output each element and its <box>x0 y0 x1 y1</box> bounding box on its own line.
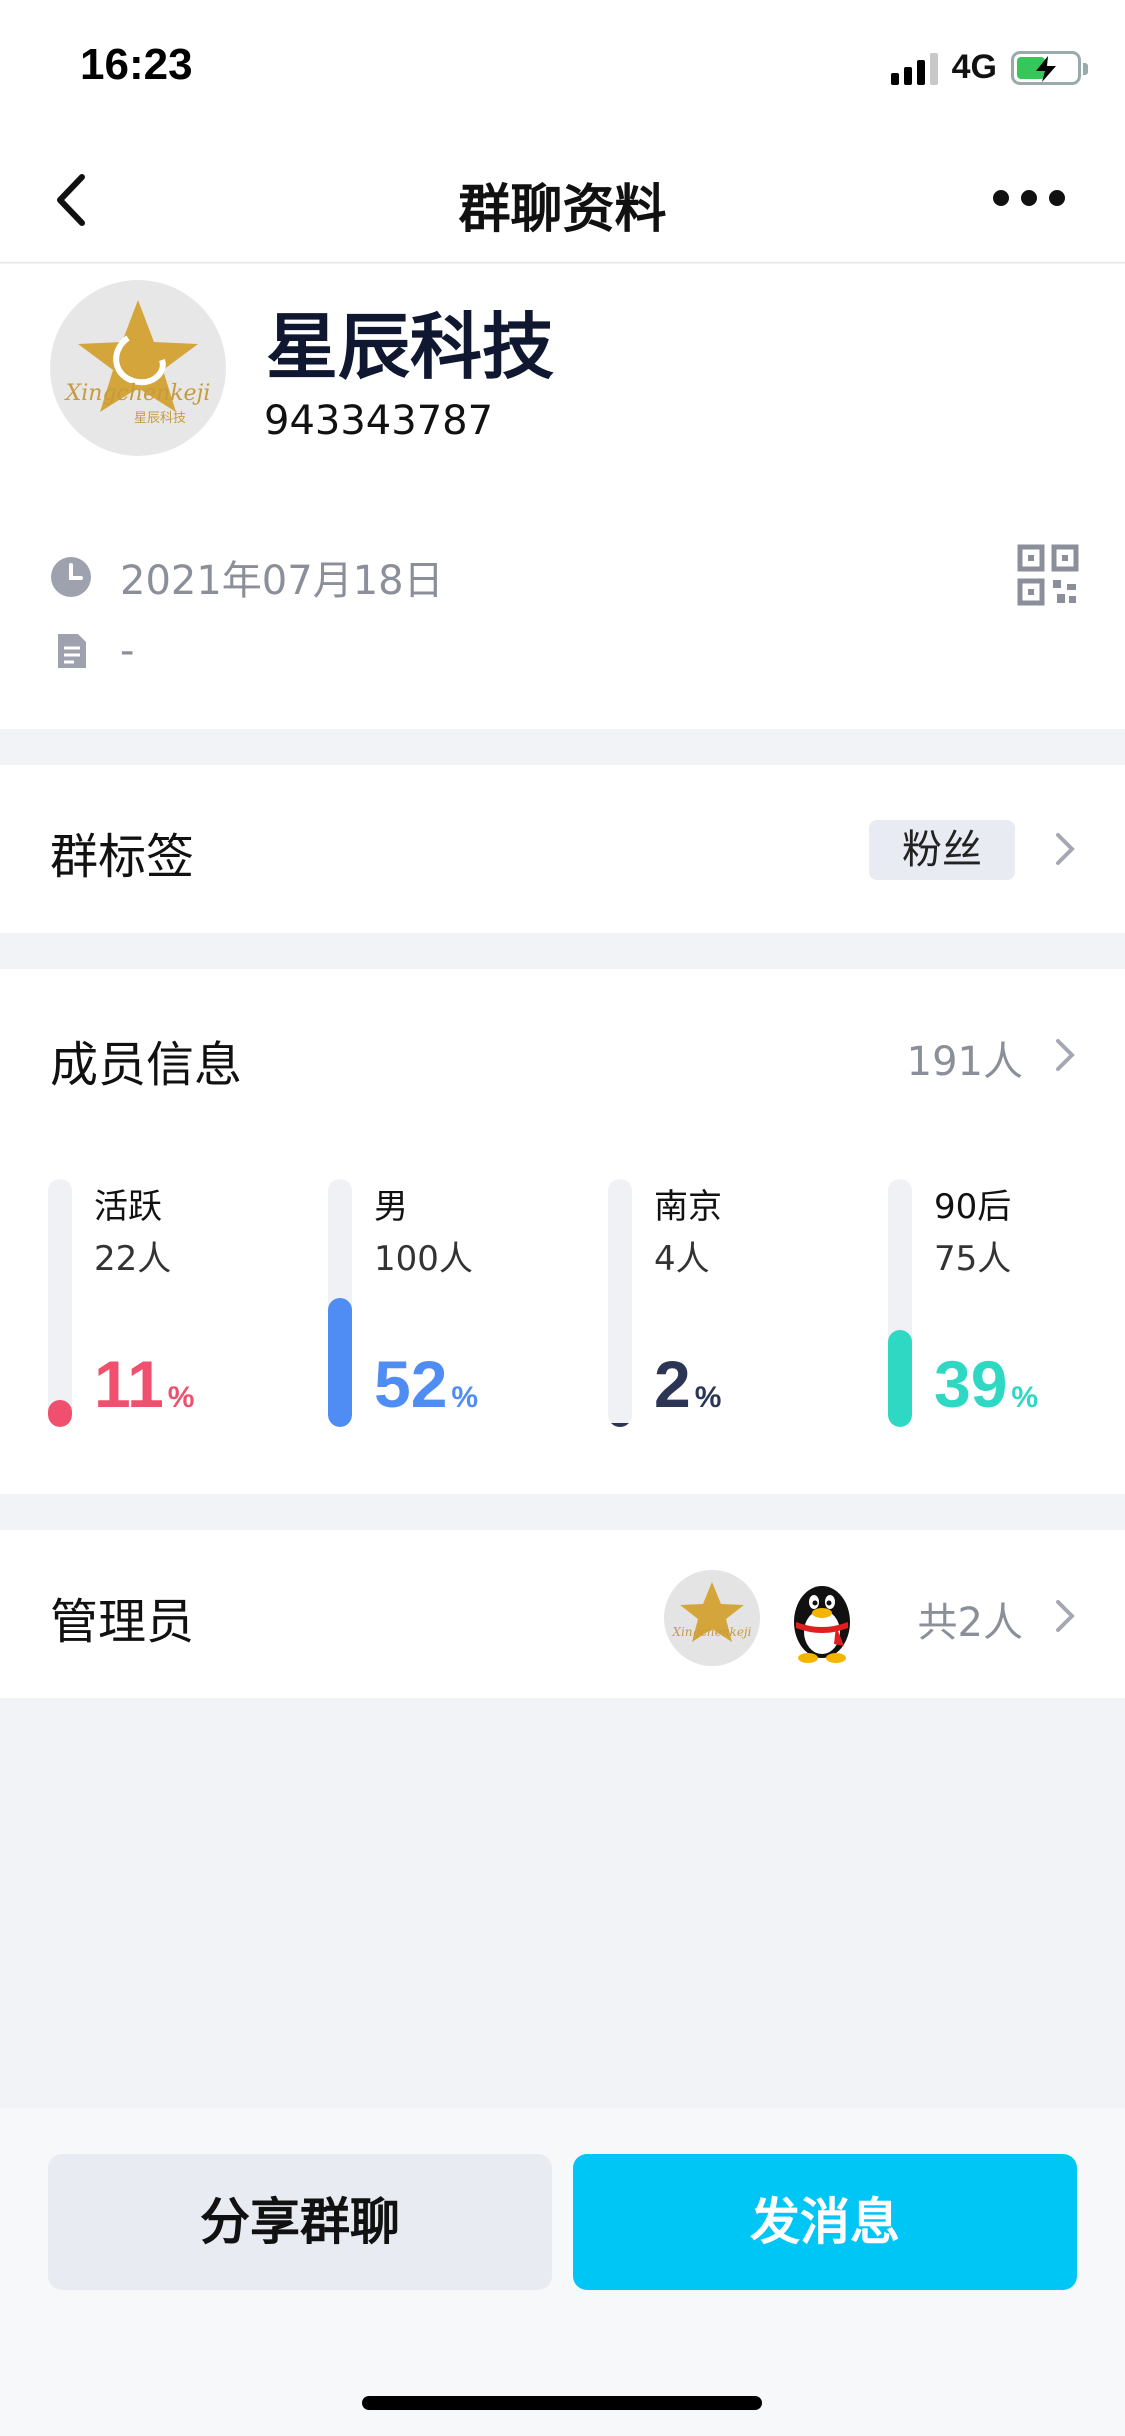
member-stat: 活跃 22人 11% <box>48 1179 328 1429</box>
stat-count: 100人 <box>374 1239 473 1279</box>
stat-label: 90后 <box>934 1187 1012 1227</box>
stat-bar-fill <box>48 1400 72 1427</box>
stat-percent-value: 39 <box>934 1347 1008 1421</box>
member-info-label: 成员信息 <box>50 1037 243 1093</box>
percent-symbol: % <box>694 1381 722 1414</box>
admin-count: 共2人 <box>917 1600 1023 1646</box>
group-logo-icon: Xingchenkeji <box>671 1582 752 1642</box>
send-message-button[interactable]: 发消息 <box>573 2154 1077 2290</box>
stat-percent-value: 2 <box>654 1347 691 1421</box>
stat-percent: 52% <box>374 1351 478 1417</box>
member-stat: 南京 4人 2% <box>608 1179 888 1429</box>
group-logo-icon: Xingchenkeji 星辰科技 <box>64 300 211 426</box>
more-dots-icon <box>993 190 1009 206</box>
stat-label: 活跃 <box>94 1187 162 1227</box>
stat-percent: 11% <box>94 1351 194 1417</box>
admin-avatar-1: Xingchenkeji <box>664 1570 760 1666</box>
stat-bar-track <box>888 1179 912 1427</box>
member-count: 191人 <box>906 1039 1023 1085</box>
admin-avatar-2 <box>774 1570 870 1666</box>
percent-symbol: % <box>451 1381 479 1414</box>
group-avatar[interactable]: Xingchenkeji 星辰科技 <box>50 280 226 456</box>
stat-percent: 2% <box>654 1351 721 1417</box>
svg-text:Xingchenkeji: Xingchenkeji <box>671 1625 751 1639</box>
status-bar: 16:23 4G <box>0 0 1125 135</box>
bottom-action-bar: 分享群聊 发消息 <box>0 2108 1125 2436</box>
signal-icon <box>890 51 938 85</box>
stat-bar-track <box>608 1179 632 1427</box>
group-id: 943343787 <box>264 398 494 444</box>
percent-symbol: % <box>167 1381 195 1414</box>
chevron-right-icon <box>1056 1039 1075 1071</box>
network-type: 4G <box>951 48 997 86</box>
created-date: 2021年07月18日 <box>120 558 444 604</box>
member-stat: 男 100人 52% <box>328 1179 608 1429</box>
stat-bar-fill <box>328 1298 352 1427</box>
stat-label: 南京 <box>654 1187 722 1227</box>
admins-label: 管理员 <box>50 1594 195 1650</box>
clock-icon <box>51 557 91 597</box>
stat-bar-track <box>328 1179 352 1427</box>
penguin-icon <box>794 1586 850 1663</box>
page-title: 群聊资料 <box>458 180 667 240</box>
qr-code-button[interactable] <box>1017 544 1079 606</box>
created-date-row: 2021年07月18日 <box>50 548 444 606</box>
qr-code-icon <box>1017 544 1079 606</box>
navigation-bar: 群聊资料 <box>0 135 1125 263</box>
stat-count: 75人 <box>934 1239 1012 1279</box>
status-indicators: 4G <box>890 48 1088 87</box>
percent-symbol: % <box>1011 1381 1039 1414</box>
home-indicator <box>362 2396 762 2410</box>
member-info-header[interactable]: 成员信息 191人 <box>0 969 1125 1139</box>
share-group-button[interactable]: 分享群聊 <box>48 2154 552 2290</box>
chevron-right-icon <box>1056 833 1075 865</box>
group-tag-badge: 粉丝 <box>869 820 1015 880</box>
stat-percent-value: 52 <box>374 1347 448 1421</box>
chevron-right-icon <box>1056 1600 1075 1632</box>
group-profile-card: Xingchenkeji 星辰科技 星辰科技 943343787 2021年07… <box>0 264 1125 729</box>
group-tags-label: 群标签 <box>50 829 195 885</box>
stat-count: 4人 <box>654 1239 710 1279</box>
stat-bar-fill <box>888 1330 912 1427</box>
group-name: 星辰科技 <box>266 305 555 389</box>
stat-count: 22人 <box>94 1239 172 1279</box>
status-time: 16:23 <box>80 40 193 89</box>
stat-label: 男 <box>374 1187 408 1227</box>
stat-bar-track <box>48 1179 72 1427</box>
description-row[interactable]: - <box>50 628 134 674</box>
group-tags-row[interactable]: 群标签 粉丝 <box>0 765 1125 933</box>
group-description: - <box>120 628 135 674</box>
stat-percent: 39% <box>934 1351 1038 1417</box>
svg-text:Xingchenkeji: Xingchenkeji <box>64 381 211 406</box>
member-stat: 90后 75人 39% <box>888 1179 1125 1429</box>
stat-percent-value: 11 <box>94 1347 164 1421</box>
member-info-section: 成员信息 191人 活跃 22人 11% 男 100人 52% 南京 4人 2% 90后 75人 39… <box>0 969 1125 1494</box>
document-icon <box>58 634 86 668</box>
more-options-button[interactable] <box>993 190 1065 206</box>
stat-bar-fill <box>608 1423 632 1427</box>
battery-icon <box>1011 50 1088 85</box>
admins-row[interactable]: 管理员 Xingchenkeji 共2人 <box>0 1530 1125 1698</box>
svg-text:星辰科技: 星辰科技 <box>134 411 186 426</box>
